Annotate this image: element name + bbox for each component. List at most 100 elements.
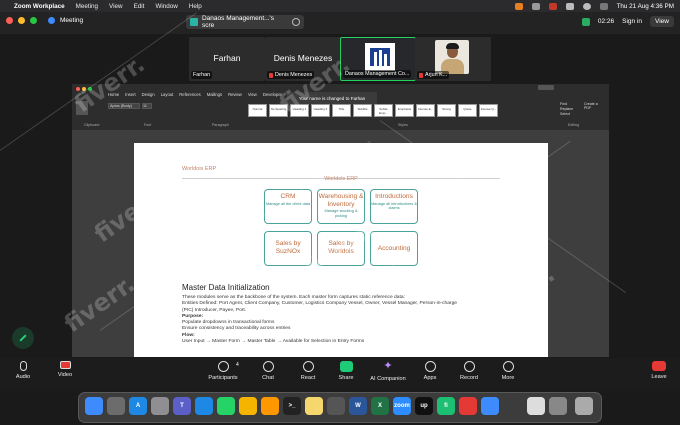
dock-finder[interactable] <box>85 397 103 415</box>
menu-window[interactable]: Window <box>155 3 177 10</box>
dock-teams[interactable]: T <box>173 397 191 415</box>
tab-home[interactable]: Home <box>108 92 119 97</box>
create-pdf-button[interactable]: Create a PDF <box>584 102 604 110</box>
avatar-photo <box>435 40 469 74</box>
share-options-icon[interactable] <box>292 18 300 26</box>
document-area[interactable]: Worldois ERP Worldols ERP CRM Manage all … <box>72 130 609 357</box>
dock-app-store[interactable]: A <box>129 397 147 415</box>
control-center-icon[interactable] <box>599 2 608 10</box>
word-search-icon[interactable] <box>538 85 554 90</box>
screen-share-indicator[interactable]: Danaos Management...'s scre <box>186 15 304 29</box>
style-normal[interactable]: Normal <box>248 104 267 117</box>
menubar-datetime[interactable]: Thu 21 Aug 4:36 PM <box>617 3 674 10</box>
tab-insert[interactable]: Insert <box>125 92 135 97</box>
style-quote[interactable]: Quote <box>458 104 477 117</box>
tab-design[interactable]: Design <box>142 92 155 97</box>
style-strong[interactable]: Strong <box>437 104 456 117</box>
shared-word-window: Home Insert Design Layout References Mai… <box>72 84 609 357</box>
microphone-icon[interactable] <box>514 2 523 10</box>
ai-companion-icon: ✦ <box>383 360 393 372</box>
leave-button[interactable]: Leave <box>634 361 680 380</box>
mac-menubar: Zoom Workplace Meeting View Edit Window … <box>0 0 680 12</box>
select-button[interactable]: Select <box>560 112 573 117</box>
menu-edit[interactable]: Edit <box>134 3 145 10</box>
dock-word[interactable]: W <box>349 397 367 415</box>
dock-sublime[interactable] <box>261 397 279 415</box>
tab-developer[interactable]: Developer <box>263 92 282 97</box>
window-close-button[interactable] <box>6 17 13 24</box>
video-tile-farhan[interactable]: Farhan Farhan <box>189 37 265 81</box>
meeting-label: Meeting <box>60 17 84 24</box>
style-no-spacing[interactable]: No Spacing <box>269 104 288 117</box>
font-name-select[interactable]: Aptos (Body) <box>108 103 140 109</box>
style-intense-emphasis[interactable]: Intense E... <box>416 104 435 117</box>
dock-trash[interactable] <box>575 397 593 415</box>
menu-help[interactable]: Help <box>189 3 202 10</box>
tab-layout[interactable]: Layout <box>161 92 174 97</box>
more-button[interactable]: More <box>483 361 533 381</box>
dock-whatsapp[interactable] <box>217 397 235 415</box>
view-button[interactable]: View <box>650 16 674 27</box>
status-icon-2[interactable] <box>548 2 557 10</box>
zoom-header-left: Meeting <box>6 17 83 24</box>
group-font: Font <box>144 123 152 127</box>
video-tile-denis[interactable]: Denis Menezes Denis Menezes <box>265 37 341 81</box>
apps-icon <box>424 361 436 372</box>
style-title[interactable]: Title <box>332 104 351 117</box>
dock-downloads[interactable] <box>549 397 567 415</box>
menu-app-name[interactable]: Zoom Workplace <box>14 3 65 10</box>
dock-preview[interactable] <box>527 397 545 415</box>
video-tile-danaos[interactable]: Danaos Management Co... <box>340 37 416 81</box>
leave-icon <box>652 361 666 371</box>
dock-fiverr[interactable]: fi <box>437 397 455 415</box>
menubar-status-area: Thu 21 Aug 4:36 PM <box>514 0 674 12</box>
menu-meeting[interactable]: Meeting <box>76 3 98 10</box>
tab-references[interactable]: References <box>179 92 200 97</box>
status-icon-1[interactable] <box>531 2 540 10</box>
style-subtitle[interactable]: Subtitle <box>353 104 372 117</box>
dock-zoom[interactable]: zoom <box>393 397 411 415</box>
share-screen-icon <box>190 18 198 26</box>
dock-safari[interactable] <box>195 397 213 415</box>
name-change-toast: Your name is changed to Farhan <box>287 92 377 104</box>
dock-system-settings[interactable] <box>151 397 169 415</box>
window-zoom-button[interactable] <box>30 17 37 24</box>
style-heading-2[interactable]: Heading 2 <box>311 104 330 117</box>
window-minimize-button[interactable] <box>18 17 25 24</box>
paste-icon[interactable] <box>76 101 88 115</box>
dock-yogesh[interactable] <box>459 397 477 415</box>
style-subtle-emphasis[interactable]: Subtle Emp... <box>374 104 393 117</box>
tab-review[interactable]: Review <box>228 92 242 97</box>
section-body: These modules serve as the backbone of t… <box>182 295 522 345</box>
dock-launchpad[interactable] <box>107 397 125 415</box>
participant-count: 4 <box>236 362 239 368</box>
security-shield-icon[interactable] <box>581 17 590 26</box>
document-page[interactable]: Worldois ERP Worldols ERP CRM Manage all … <box>134 143 548 357</box>
tab-mailings[interactable]: Mailings <box>207 92 222 97</box>
style-heading-1[interactable]: Heading 1 <box>290 104 309 117</box>
style-emphasis[interactable]: Emphasis <box>395 104 414 117</box>
tile-bigname: Farhan <box>213 53 241 63</box>
dock-calculator[interactable] <box>327 397 345 415</box>
dock-excel[interactable]: X <box>371 397 389 415</box>
danaos-logo <box>365 43 395 71</box>
dock-terminal[interactable]: >_ <box>283 397 301 415</box>
font-size-select[interactable]: 11 <box>142 103 152 109</box>
style-intense-quote[interactable]: Intense Q... <box>479 104 498 117</box>
dock-mail[interactable] <box>481 397 499 415</box>
record-icon <box>463 361 475 372</box>
wifi-icon[interactable] <box>582 2 591 10</box>
tab-view[interactable]: View <box>248 92 257 97</box>
meeting-info-icon[interactable] <box>48 17 55 24</box>
menu-view[interactable]: View <box>109 3 123 10</box>
dock-upwork[interactable]: up <box>415 397 433 415</box>
video-tile-arjun[interactable]: Arjun K... <box>415 37 491 81</box>
dock-chrome[interactable] <box>239 397 257 415</box>
battery-icon[interactable] <box>565 2 574 10</box>
annotate-button[interactable] <box>12 327 34 349</box>
participants-button[interactable]: Participants <box>198 361 248 381</box>
dock-notes[interactable] <box>305 397 323 415</box>
section-heading: Master Data Initialization <box>182 283 270 292</box>
signin-button[interactable]: Sign in <box>622 18 642 25</box>
video-button[interactable]: Video <box>40 361 90 378</box>
